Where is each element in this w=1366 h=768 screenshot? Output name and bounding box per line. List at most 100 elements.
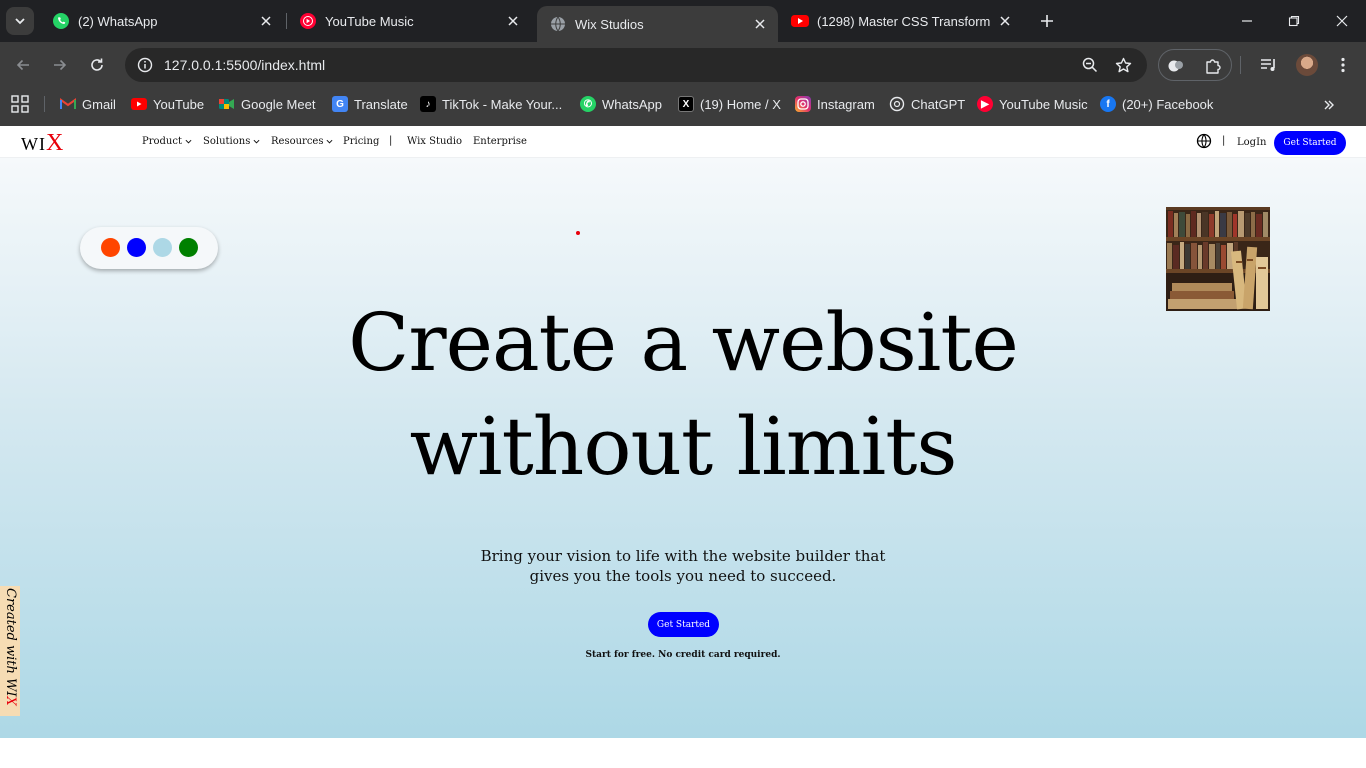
- bookmarks-bar: Gmail YouTube Google Meet G Translate ♪ …: [0, 88, 1366, 120]
- close-window-button[interactable]: [1329, 8, 1355, 34]
- reload-icon: [91, 58, 103, 71]
- back-arrow-icon: [16, 59, 29, 71]
- tab-title: (1298) Master CSS Transform Pr: [817, 13, 995, 29]
- youtube-music-icon: [299, 12, 317, 30]
- created-with-wix-badge[interactable]: Created with WIX: [0, 586, 20, 716]
- red-dot: [576, 231, 580, 235]
- more-menu-icon[interactable]: [1330, 52, 1356, 78]
- bookshelf-image: [1166, 207, 1270, 311]
- forward-button[interactable]: [47, 52, 73, 78]
- bookmark-gmail[interactable]: Gmail: [60, 94, 116, 114]
- tab-search-button[interactable]: [6, 7, 34, 35]
- bookmark-youtube-music[interactable]: ▶ YouTube Music: [977, 94, 1088, 114]
- hero-subtext: Bring your vision to life with the websi…: [480, 547, 886, 565]
- minimize-button[interactable]: [1234, 8, 1260, 34]
- extension-icon[interactable]: [1164, 54, 1188, 78]
- tab-whatsapp[interactable]: (2) WhatsApp: [40, 0, 284, 42]
- bookmark-chatgpt[interactable]: ChatGPT: [889, 94, 965, 114]
- media-control-icon[interactable]: [1256, 52, 1282, 78]
- chevron-down-icon: [253, 139, 260, 144]
- close-tab-icon[interactable]: [750, 14, 770, 34]
- nav-separator: |: [389, 135, 393, 146]
- bookmark-youtube[interactable]: YouTube: [131, 94, 204, 114]
- restore-button[interactable]: [1281, 8, 1307, 34]
- instagram-icon: [795, 96, 811, 112]
- hero-section: Create a website without limits Bring yo…: [0, 158, 1366, 738]
- globe-icon[interactable]: [1196, 133, 1212, 149]
- bookmark-google-meet[interactable]: Google Meet: [219, 94, 315, 114]
- tab-title: Wix Studios: [575, 16, 644, 32]
- web-page: WIX Product Solutions Resources Pricing …: [0, 126, 1366, 768]
- browser-toolbar: 127.0.0.1:5500/index.html: [0, 42, 1366, 88]
- tab-wix-studios[interactable]: Wix Studios: [537, 6, 778, 42]
- youtube-icon: [791, 12, 809, 30]
- hero-subtext: gives you the tools you need to succeed.: [529, 567, 837, 585]
- login-link[interactable]: LogIn: [1237, 137, 1266, 148]
- chevron-down-icon: [185, 139, 192, 144]
- close-tab-icon[interactable]: [503, 11, 523, 31]
- whatsapp-icon: ✆: [580, 96, 596, 112]
- extensions-group: [1158, 49, 1232, 81]
- badge-text: Created with WI: [3, 588, 18, 697]
- hero-headline: without limits: [409, 400, 958, 493]
- tab-youtube-music[interactable]: YouTube Music: [287, 0, 531, 42]
- whatsapp-icon: [52, 12, 70, 30]
- hero-headline: Create a website: [348, 296, 1019, 389]
- nav-wix-studio[interactable]: Wix Studio: [407, 136, 462, 147]
- bookmark-divider: [44, 96, 45, 112]
- header-get-started-button[interactable]: Get Started: [1274, 131, 1346, 155]
- badge-accent: X: [3, 696, 18, 706]
- gmail-icon: [60, 96, 76, 112]
- forward-arrow-icon: [54, 59, 67, 71]
- login-separator: |: [1222, 135, 1226, 146]
- nav-resources[interactable]: Resources: [271, 136, 333, 147]
- profile-avatar[interactable]: [1296, 54, 1318, 76]
- youtube-music-icon: ▶: [977, 96, 993, 112]
- puzzle-icon[interactable]: [1201, 54, 1225, 78]
- bookmark-instagram[interactable]: Instagram: [795, 94, 875, 114]
- bookmark-x[interactable]: X (19) Home / X: [678, 94, 781, 114]
- tab-strip: (2) WhatsApp YouTube Music Wix Studios (…: [0, 0, 1366, 42]
- tab-title: (2) WhatsApp: [78, 13, 158, 29]
- translate-icon: G: [332, 96, 348, 112]
- new-tab-button[interactable]: [1035, 9, 1059, 33]
- swatch-orange[interactable]: [101, 238, 120, 257]
- zoom-icon[interactable]: [1078, 53, 1102, 77]
- url-text: 127.0.0.1:5500/index.html: [164, 57, 326, 73]
- bookmark-star-icon[interactable]: [1111, 53, 1135, 77]
- site-info-icon[interactable]: [133, 53, 157, 77]
- plus-icon: [1041, 15, 1053, 27]
- swatch-blue[interactable]: [127, 238, 146, 257]
- close-tab-icon[interactable]: [256, 11, 276, 31]
- restore-icon: [1288, 15, 1300, 27]
- x-icon: X: [678, 96, 694, 112]
- site-header: WIX Product Solutions Resources Pricing …: [0, 126, 1366, 158]
- bookmark-facebook[interactable]: f (20+) Facebook: [1100, 94, 1213, 114]
- globe-icon: [549, 15, 567, 33]
- nav-pricing[interactable]: Pricing: [343, 136, 379, 147]
- close-icon: [1336, 15, 1348, 27]
- close-tab-icon[interactable]: [995, 11, 1015, 31]
- more-bookmarks-icon[interactable]: [1318, 94, 1340, 116]
- apps-grid-icon[interactable]: [11, 95, 29, 113]
- nav-product[interactable]: Product: [142, 136, 192, 147]
- bookmark-whatsapp[interactable]: ✆ WhatsApp: [580, 94, 662, 114]
- tab-master-css[interactable]: (1298) Master CSS Transform Pr: [779, 0, 1023, 42]
- toolbar-divider: [1240, 56, 1241, 74]
- reload-button[interactable]: [84, 52, 110, 78]
- nav-enterprise[interactable]: Enterprise: [473, 136, 527, 147]
- back-button[interactable]: [10, 52, 36, 78]
- swatch-light-blue[interactable]: [153, 238, 172, 257]
- wix-logo[interactable]: WIX: [21, 130, 63, 157]
- tab-title: YouTube Music: [325, 13, 414, 29]
- fine-print: Start for free. No credit card required.: [585, 650, 781, 660]
- address-bar[interactable]: 127.0.0.1:5500/index.html: [125, 48, 1147, 82]
- bookmark-translate[interactable]: G Translate: [332, 94, 408, 114]
- swatch-green[interactable]: [179, 238, 198, 257]
- chevron-down-icon: [327, 139, 333, 144]
- bookmark-tiktok[interactable]: ♪ TikTok - Make Your...: [420, 94, 562, 114]
- nav-solutions[interactable]: Solutions: [203, 136, 260, 147]
- youtube-icon: [131, 96, 147, 112]
- tiktok-icon: ♪: [420, 96, 436, 112]
- hero-get-started-button[interactable]: Get Started: [648, 612, 719, 637]
